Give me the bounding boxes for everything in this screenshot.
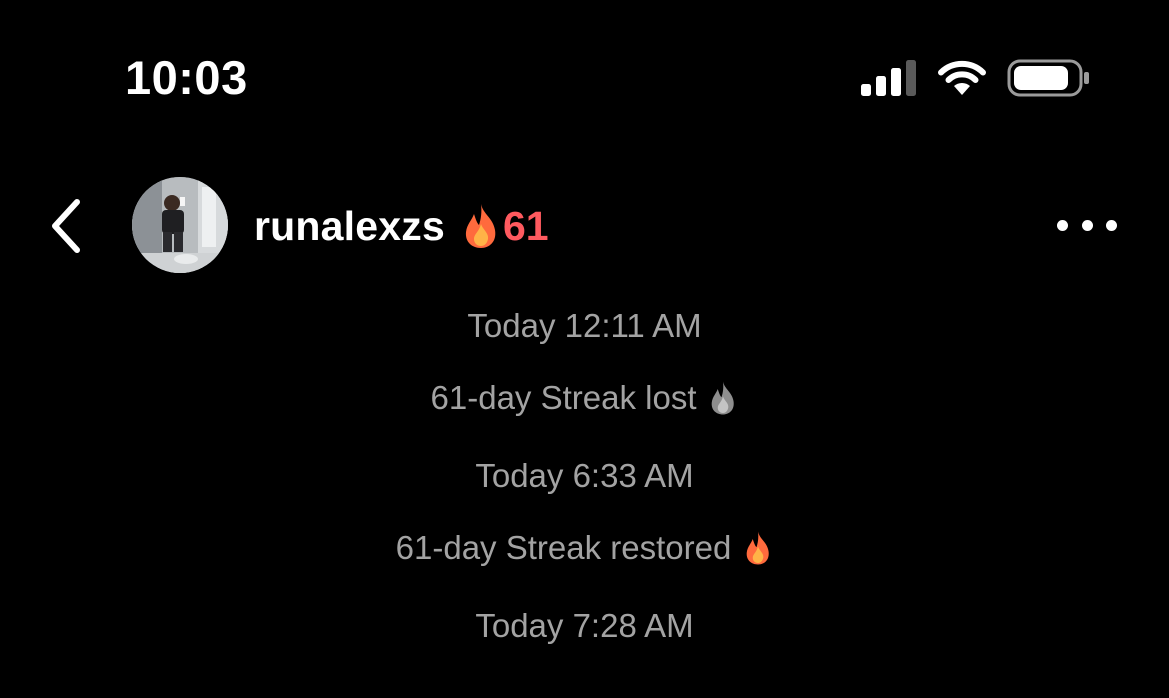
timestamp-text: Today 12:11 AM — [467, 307, 702, 344]
more-dot — [1106, 219, 1117, 231]
fire-icon — [465, 204, 496, 248]
profile-photo — [132, 177, 228, 273]
username: runalexzs — [254, 202, 445, 249]
status-icons — [861, 56, 1091, 100]
chat-title[interactable]: runalexzs 61 — [254, 198, 549, 254]
timestamp: Today 7:28 AM — [0, 606, 1169, 646]
streak-event-text: 61-day Streak lost — [430, 379, 697, 416]
timestamp: Today 6:33 AM — [0, 456, 1169, 496]
status-time: 10:03 — [125, 51, 248, 104]
streak-event-text: 61-day Streak restored — [395, 529, 732, 566]
cellular-signal-icon — [861, 60, 916, 96]
back-button[interactable] — [44, 196, 88, 256]
streak-event: 61-day Streak lost — [0, 378, 1169, 418]
streak-event: 61-day Streak restored — [0, 528, 1169, 568]
timestamp-text: Today 6:33 AM — [475, 457, 694, 494]
timestamp-text: Today 7:28 AM — [475, 607, 694, 644]
more-button[interactable] — [1057, 208, 1117, 242]
avatar[interactable] — [132, 177, 228, 273]
fire-icon — [747, 531, 770, 565]
chevron-left-icon — [52, 199, 80, 253]
more-dot — [1081, 219, 1093, 231]
more-dot — [1057, 219, 1068, 231]
wifi-icon — [938, 60, 986, 95]
streak-badge: 61 — [461, 202, 549, 250]
streak-count: 61 — [502, 202, 549, 249]
battery-icon — [1007, 59, 1089, 97]
fire-gray-icon — [712, 381, 735, 415]
timestamp: Today 12:11 AM — [0, 306, 1169, 346]
